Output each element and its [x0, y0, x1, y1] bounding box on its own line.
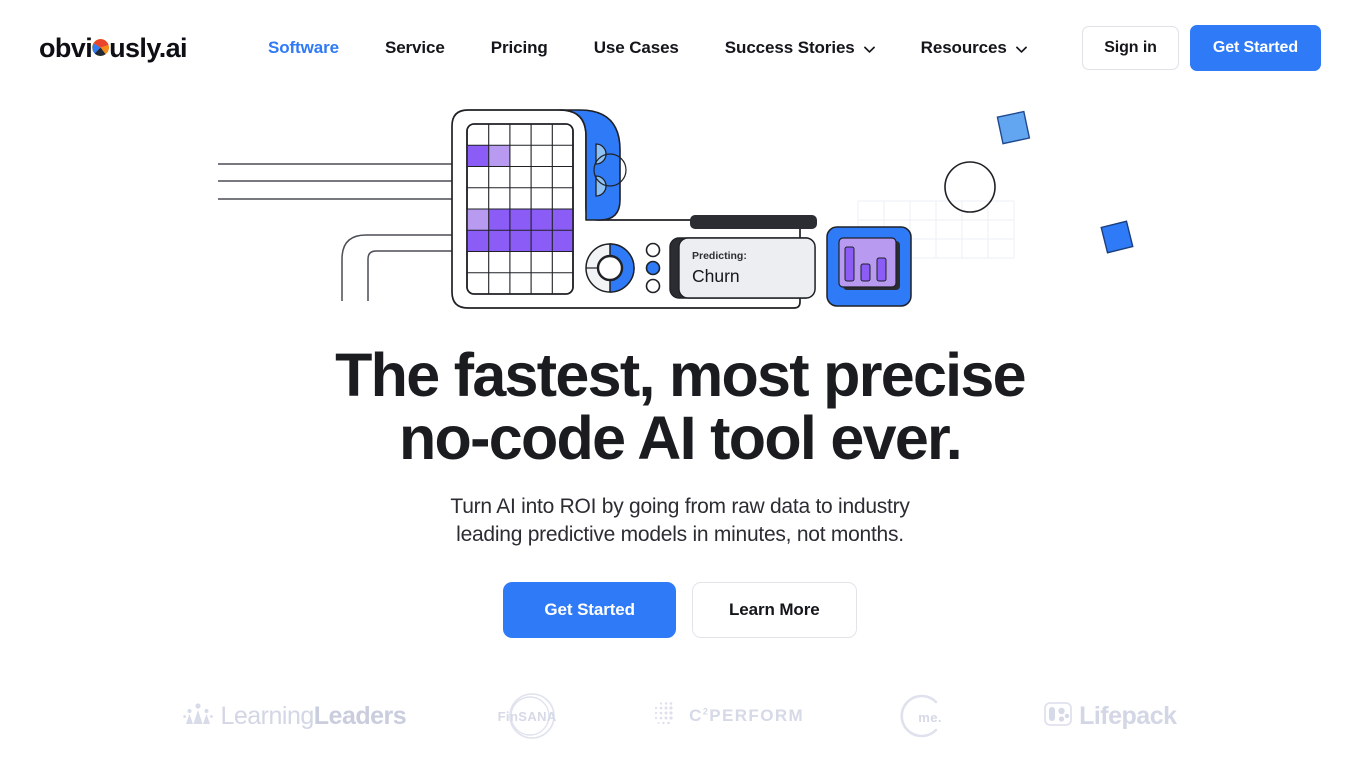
decorative-square-light — [996, 110, 1031, 145]
nav-item-label: Pricing — [490, 38, 548, 57]
dark-top-bar — [690, 215, 817, 229]
primary-nav: Software Service Pricing Use Cases Succe… — [245, 32, 1050, 64]
nav-item-resources[interactable]: Resources — [898, 32, 1050, 64]
nav-item-label: Resources — [920, 38, 1007, 57]
hero-illustration: Predicting: Churn — [0, 96, 1360, 341]
learn-more-button[interactable]: Learn More — [691, 582, 857, 639]
bar-chart-module — [826, 226, 912, 307]
chevron-down-icon — [863, 46, 875, 53]
client-logo-me: me. — [896, 690, 952, 742]
status-dot-on — [645, 260, 661, 276]
pill-box-icon — [1044, 701, 1072, 732]
client-logo-learningleaders: LearningLeaders — [183, 699, 407, 734]
status-dots — [645, 242, 661, 294]
data-grid-panel — [466, 123, 574, 295]
nav-item-label: Software — [267, 38, 339, 57]
nav-item-label: Success Stories — [724, 38, 855, 57]
status-dot-off — [645, 242, 661, 258]
nav-item-pricing[interactable]: Pricing — [468, 32, 571, 64]
hero-section: Predicting: Churn The fastest, most prec… — [0, 96, 1360, 656]
client-logo-label: me. — [918, 709, 942, 725]
prediction-display: Predicting: Churn — [669, 237, 816, 299]
nav-item-label: Service — [384, 38, 445, 57]
nav-item-label: Use Cases — [593, 38, 679, 57]
prediction-value: Churn — [692, 266, 740, 286]
pie-chart-o-icon — [92, 38, 110, 56]
people-burst-icon — [183, 699, 214, 734]
get-started-button-header[interactable]: Get Started — [1189, 25, 1321, 71]
chevron-down-icon — [1015, 46, 1027, 53]
site-header: obvi usly.ai Software Service Pricing Us… — [0, 0, 1360, 96]
decorative-circle — [944, 161, 996, 213]
hero-cta-row: Get Started Learn More — [0, 582, 1360, 639]
nav-item-use-cases[interactable]: Use Cases — [571, 32, 702, 64]
page-title: The fastest, most precise no-code AI too… — [335, 341, 1026, 473]
nav-item-service[interactable]: Service — [362, 32, 468, 64]
brand-logo-text-start: obvi — [39, 32, 93, 63]
decorative-square-dark — [1100, 220, 1134, 254]
sign-in-button[interactable]: Sign in — [1082, 26, 1179, 70]
client-logo-strip: LearningLeaders FinSANA C2PERFORM me. Li… — [0, 680, 1360, 752]
client-logo-finsana: FinSANA — [498, 691, 560, 741]
nav-item-software[interactable]: Software — [245, 32, 362, 64]
status-dot-off — [645, 278, 661, 294]
get-started-button-hero[interactable]: Get Started — [503, 582, 676, 639]
dot-matrix-icon — [652, 699, 682, 734]
header-actions: Sign in Get Started — [1082, 25, 1321, 71]
client-logo-c2perform: C2PERFORM — [652, 699, 804, 734]
client-logo-lifepack: Lifepack — [1044, 701, 1177, 732]
nav-item-success-stories[interactable]: Success Stories — [702, 32, 898, 64]
client-logo-label: FinSANA — [497, 708, 557, 724]
prediction-label: Predicting: — [692, 250, 747, 262]
brand-logo-text-end: usly.ai — [109, 32, 187, 63]
brand-logo[interactable]: obvi usly.ai — [39, 32, 188, 64]
client-logo-label: LearningLeaders — [220, 701, 407, 730]
client-logo-label: C2PERFORM — [689, 706, 805, 725]
pipe-lines — [218, 163, 470, 301]
client-logo-label: Lifepack — [1079, 701, 1177, 730]
hero-copy: The fastest, most precise no-code AI too… — [0, 341, 1360, 639]
hero-subtitle: Turn AI into ROI by going from raw data … — [450, 494, 910, 546]
donut-dial — [585, 243, 635, 293]
